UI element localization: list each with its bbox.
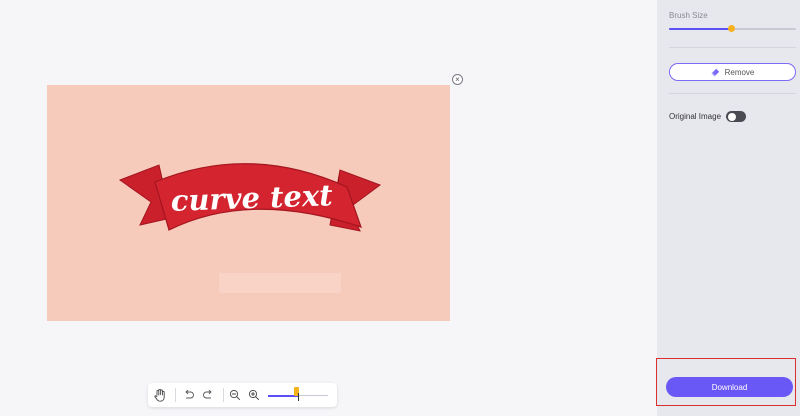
toggle-knob [727, 112, 736, 121]
brush-size-label: Brush Size [669, 11, 708, 20]
brush-size-slider-fill [669, 28, 732, 30]
brush-size-slider-thumb[interactable] [727, 25, 735, 32]
sidebar-divider [669, 47, 796, 48]
zoom-out-icon[interactable] [227, 387, 243, 403]
zoom-slider[interactable] [268, 387, 328, 401]
toolbar-divider [175, 388, 176, 402]
close-image-icon[interactable]: × [452, 74, 463, 85]
canvas-toolbar [148, 383, 337, 407]
banner-text: curve text [170, 178, 334, 218]
zoom-slider-marker [297, 393, 299, 401]
sidebar-divider [669, 93, 796, 94]
undo-icon[interactable] [181, 387, 197, 403]
zoom-in-icon[interactable] [246, 387, 262, 403]
hand-icon[interactable] [152, 387, 168, 403]
eraser-icon [710, 68, 719, 77]
image-canvas[interactable]: curve text [47, 85, 450, 321]
remove-button-label: Remove [724, 67, 755, 77]
faded-text-placeholder [219, 273, 341, 293]
toolbar-divider [223, 388, 224, 402]
download-button[interactable]: Download [666, 377, 793, 397]
redo-icon[interactable] [200, 387, 216, 403]
original-image-label: Original Image [669, 112, 722, 121]
brush-size-slider[interactable] [669, 25, 796, 32]
original-image-row: Original Image [669, 110, 799, 124]
remove-button[interactable]: Remove [669, 63, 796, 81]
original-image-toggle[interactable] [726, 111, 746, 122]
